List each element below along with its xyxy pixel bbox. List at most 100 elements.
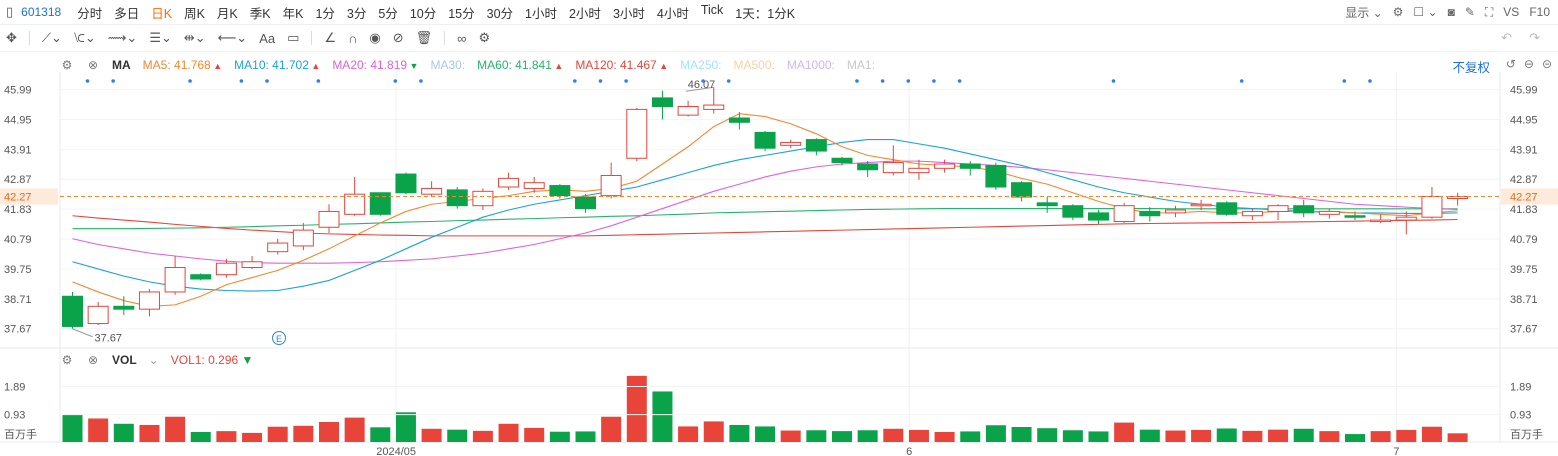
f10-button[interactable]: F10 xyxy=(1529,5,1550,19)
ma-legend-item-6[interactable]: MA250: xyxy=(680,58,721,72)
vol-close-icon[interactable]: ⊗ xyxy=(86,353,100,367)
timeframe-2[interactable]: 日K xyxy=(145,3,178,22)
timeframe-12[interactable]: 30分 xyxy=(481,3,519,22)
reset-icon[interactable]: ↺ xyxy=(1506,57,1516,71)
timeframe-17[interactable]: Tick xyxy=(695,3,729,22)
link-icon[interactable]: ∞ xyxy=(451,31,472,46)
arrow-tool-icon[interactable]: ⟵⌄ xyxy=(212,30,254,46)
vol-tick-left-1: 0.93 xyxy=(4,410,25,422)
ma-legend-item-1[interactable]: MA10: 41.702 ▲ xyxy=(234,58,320,72)
vol-legend: ⚙ ⊗ VOL ⌄ VOL1: 0.296 ▼ xyxy=(60,351,254,369)
timeframe-15[interactable]: 3小时 xyxy=(607,3,651,22)
redo-icon[interactable]: ↷ xyxy=(1523,30,1546,46)
ma-legend-item-8[interactable]: MA1000: xyxy=(787,58,835,72)
more-icon[interactable]: ⊝ xyxy=(1542,57,1552,71)
text-tool-icon[interactable]: Aa xyxy=(253,31,281,46)
volume-bar xyxy=(1319,431,1340,442)
volume-bar xyxy=(498,423,519,442)
volume-bar xyxy=(113,423,134,442)
event-marker xyxy=(906,79,911,83)
vol1-legend: VOL1: 0.296 ▼ xyxy=(171,353,254,367)
volume-bar xyxy=(960,431,981,442)
timeframe-3[interactable]: 周K xyxy=(178,3,211,22)
candle-body xyxy=(498,177,520,188)
event-marker xyxy=(85,79,90,83)
event-marker xyxy=(701,79,705,83)
candle-body xyxy=(1216,202,1238,215)
volume-bar xyxy=(626,375,647,442)
ma-settings-icon[interactable]: ⚙ xyxy=(60,58,74,72)
zoom-out-icon[interactable]: ⊖ xyxy=(1524,57,1534,71)
checkbox-icon[interactable]: ☐ ⌄ xyxy=(1413,5,1437,19)
hide-icon[interactable]: ⊘ xyxy=(387,30,410,46)
timeframe-4[interactable]: 月K xyxy=(211,3,244,22)
magnet-icon[interactable]: ∩ xyxy=(342,31,363,46)
vol-indicator-name[interactable]: VOL xyxy=(112,353,137,367)
candle-body xyxy=(62,295,83,327)
stock-symbol[interactable]: 601318 xyxy=(21,5,61,19)
timeframe-5[interactable]: 季K xyxy=(244,3,277,22)
fullscreen-icon[interactable]: ⛶ xyxy=(1485,5,1493,20)
timeframe-8[interactable]: 3分 xyxy=(341,3,372,22)
timeframe-0[interactable]: 分时 xyxy=(71,3,108,22)
timeframe-1[interactable]: 多日 xyxy=(108,3,145,22)
price-tick-left-7: 38.71 xyxy=(4,294,32,306)
vs-button[interactable]: VS xyxy=(1503,5,1519,19)
x-label-0: 2024/05 xyxy=(376,446,416,456)
line-tool-icon[interactable]: ⟋⌄ xyxy=(36,30,68,46)
vol-dropdown-icon[interactable]: ⌄ xyxy=(149,353,159,367)
eye-icon[interactable]: ◉ xyxy=(363,30,386,46)
volume-bar xyxy=(139,424,160,442)
volume-bar xyxy=(319,422,339,442)
timeframe-18[interactable]: 1天：1分K xyxy=(729,3,801,22)
ma-legend-item-0[interactable]: MA5: 41.768 ▲ xyxy=(143,58,222,72)
move-icon[interactable]: ✥ xyxy=(0,30,23,46)
trend-tool-icon[interactable]: ⟈⌄ xyxy=(68,30,102,46)
timeframe-14[interactable]: 2小时 xyxy=(563,3,607,22)
range-tool-icon[interactable]: ⇹⌄ xyxy=(178,30,212,46)
ma-legend-item-7[interactable]: MA500: xyxy=(734,58,775,72)
layout-icon[interactable]: ▯ xyxy=(0,4,19,20)
price-tick-right-6: 39.75 xyxy=(1510,264,1538,276)
volume-bar xyxy=(1447,433,1468,442)
tool-settings-icon[interactable]: ⚙ xyxy=(472,30,496,46)
ruler-icon[interactable]: ∠ xyxy=(318,30,342,46)
fib-tool-icon[interactable]: ☰⌄ xyxy=(143,30,178,46)
adjust-button[interactable]: 不复权 xyxy=(1452,57,1490,76)
ma20-line xyxy=(72,160,1458,264)
timeframe-10[interactable]: 10分 xyxy=(404,3,442,22)
candle-body xyxy=(703,104,725,110)
candle-body xyxy=(1190,203,1212,207)
ma-indicator-name[interactable]: MA xyxy=(112,58,131,72)
volume-bar xyxy=(1293,428,1314,442)
undo-icon[interactable]: ↶ xyxy=(1495,30,1518,46)
vol-settings-icon[interactable]: ⚙ xyxy=(60,353,74,367)
settings-icon[interactable]: ⚙ xyxy=(1393,5,1404,19)
ma-legend-item-4[interactable]: MA60: 41.841 ▲ xyxy=(477,58,563,72)
timeframe-11[interactable]: 15分 xyxy=(442,3,480,22)
volume-bar xyxy=(1421,426,1442,442)
timeframe-16[interactable]: 4小时 xyxy=(651,3,695,22)
timeframe-9[interactable]: 5分 xyxy=(372,3,403,22)
ma-legend-item-9[interactable]: MA1: xyxy=(847,58,875,72)
timeframe-6[interactable]: 年K xyxy=(277,3,310,22)
wave-tool-icon[interactable]: ⟿⌄ xyxy=(102,30,144,46)
ma-legend-item-5[interactable]: MA120: 41.467 ▲ xyxy=(575,58,668,72)
ma-legend-item-2[interactable]: MA20: 41.819 ▼ xyxy=(332,58,418,72)
price-tick-right-7: 38.71 xyxy=(1510,294,1538,306)
comment-icon[interactable]: ▭ xyxy=(281,30,305,46)
ma-close-icon[interactable]: ⊗ xyxy=(86,58,100,72)
candle-body xyxy=(882,162,904,174)
trash-icon[interactable]: 🗑 xyxy=(410,30,439,46)
ma-legend-item-3[interactable]: MA30: xyxy=(430,58,465,72)
volume-bar xyxy=(1037,428,1058,442)
event-marker xyxy=(880,79,885,83)
event-marker xyxy=(111,79,115,83)
pen-icon[interactable]: ✎ xyxy=(1465,5,1475,19)
timeframe-13[interactable]: 1小时 xyxy=(519,3,563,22)
camera-icon[interactable]: ◙ xyxy=(1448,5,1455,19)
vol-tick-right-1: 0.93 xyxy=(1510,410,1531,422)
display-dropdown[interactable]: 显示 ⌄ xyxy=(1345,4,1382,21)
volume-bar xyxy=(421,428,442,442)
timeframe-7[interactable]: 1分 xyxy=(309,3,340,22)
